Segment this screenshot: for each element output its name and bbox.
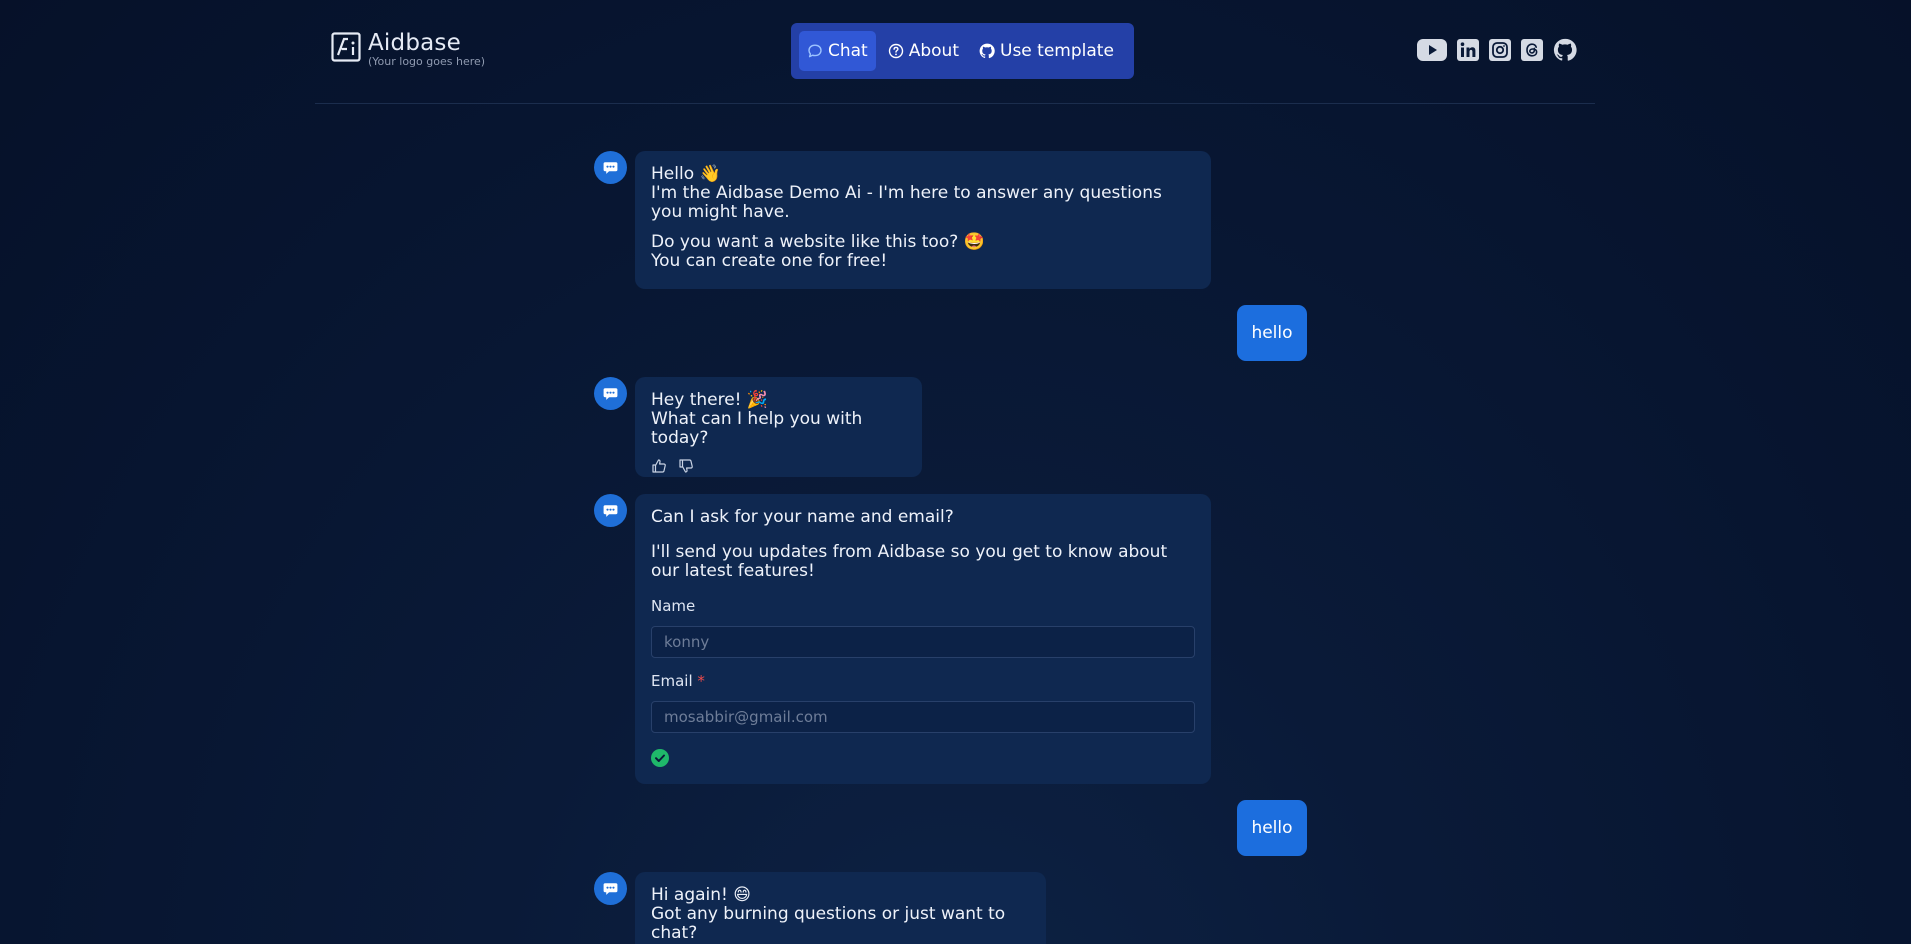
social-links (1407, 38, 1577, 62)
user-message: hello (1237, 305, 1307, 361)
github-icon (979, 43, 995, 59)
brand-tagline: (Your logo goes here) (368, 55, 486, 68)
bot-chat-icon (603, 388, 618, 400)
bot-avatar (594, 151, 627, 184)
name-label: Name (651, 597, 696, 615)
email-label: Email * (651, 672, 705, 690)
youtube-link[interactable] (1417, 39, 1447, 61)
submit-confirmed[interactable] (651, 749, 1195, 772)
bot-message: Hey there! 🎉 What can I help you with to… (635, 377, 922, 477)
required-marker: * (697, 672, 705, 690)
bot-chat-icon (603, 883, 618, 895)
name-field-value: konny (664, 632, 710, 651)
email-field-value: mosabbir@gmail.com (664, 707, 828, 726)
thumbs-up-icon[interactable] (651, 458, 667, 474)
main-nav: Chat About Use template (791, 23, 1134, 79)
message-text: Hi again! 😄 (651, 885, 751, 905)
brand-logo[interactable]: Aidbase (Your logo goes here) (331, 32, 485, 67)
message-text: I'm the Aidbase Demo Ai - I'm here to an… (651, 183, 1162, 222)
bot-message: Hi again! 😄 Got any burning questions or… (635, 872, 1046, 944)
brand-name: Aidbase (368, 30, 461, 56)
nav-use-template[interactable]: Use template (971, 31, 1122, 71)
name-field[interactable]: konny (651, 626, 1195, 658)
message-text: Do you want a website like this too? 🤩 (651, 232, 985, 252)
bot-message: Hello 👋 I'm the Aidbase Demo Ai - I'm he… (635, 151, 1211, 289)
linkedin-link[interactable] (1457, 39, 1479, 61)
question-circle-icon (888, 43, 903, 59)
message-text: Hello 👋 (651, 164, 721, 184)
nav-chat[interactable]: Chat (799, 31, 876, 71)
bot-message-form: Can I ask for your name and email? I'll … (635, 494, 1211, 784)
thumbs-down-icon[interactable] (678, 458, 694, 474)
github-icon (1553, 38, 1577, 61)
bot-avatar (594, 872, 627, 905)
feedback-actions (651, 458, 906, 474)
message-text: What can I help you with today? (651, 409, 863, 448)
message-text: I'll send you updates from Aidbase so yo… (651, 542, 1168, 581)
linkedin-icon (1457, 39, 1479, 61)
nav-about[interactable]: About (880, 31, 967, 71)
youtube-icon (1417, 39, 1447, 61)
nav-use-template-label: Use template (1000, 41, 1114, 61)
instagram-icon (1489, 39, 1511, 61)
chat-bubble-icon (808, 44, 822, 58)
bot-chat-icon (603, 505, 618, 517)
github-link[interactable] (1553, 38, 1577, 62)
user-message: hello (1237, 800, 1307, 856)
bot-avatar (594, 494, 627, 527)
check-circle-icon (651, 749, 669, 767)
email-field[interactable]: mosabbir@gmail.com (651, 701, 1195, 733)
instagram-link[interactable] (1489, 39, 1511, 61)
site-header: Aidbase (Your logo goes here) Chat About… (315, 0, 1595, 104)
bot-chat-icon (603, 162, 618, 174)
threads-icon (1521, 39, 1543, 61)
nav-about-label: About (908, 41, 959, 61)
nav-chat-label: Chat (828, 41, 868, 61)
message-text: Can I ask for your name and email? (651, 507, 954, 527)
message-text: Got any burning questions or just want t… (651, 904, 1006, 943)
threads-link[interactable] (1521, 39, 1543, 61)
bot-avatar (594, 377, 627, 410)
message-text: You can create one for free! (651, 251, 888, 271)
message-text: Hey there! 🎉 (651, 390, 769, 410)
aidbase-logo-icon (331, 32, 361, 62)
